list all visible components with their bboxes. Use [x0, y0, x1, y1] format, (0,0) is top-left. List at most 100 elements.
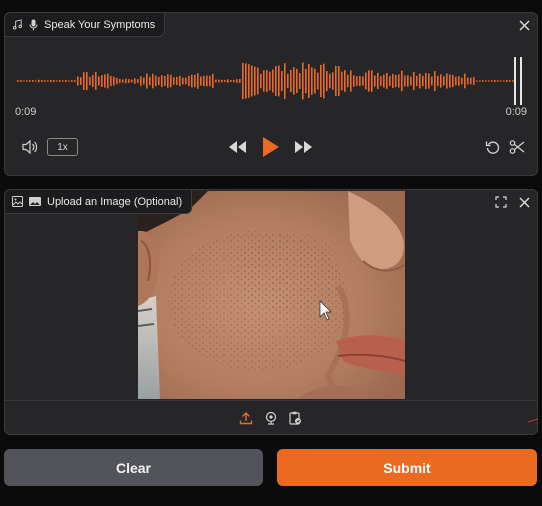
waveform-bar: [23, 80, 25, 82]
waveform-bar: [332, 72, 334, 90]
waveform-bar: [119, 78, 121, 84]
playback-speed-button[interactable]: 1x: [47, 138, 78, 156]
picture-icon: [29, 197, 41, 206]
waveform-bar: [89, 76, 91, 86]
waveform-bar: [263, 70, 265, 92]
volume-icon: [22, 139, 38, 155]
waveform-bar: [116, 77, 118, 85]
waveform-bar: [449, 74, 451, 88]
webcam-source-button[interactable]: [261, 408, 281, 428]
audio-waveform[interactable]: [15, 53, 529, 109]
waveform-bar: [476, 80, 478, 82]
waveform-bar: [380, 76, 382, 86]
submit-button[interactable]: Submit: [277, 449, 537, 486]
waveform-bar: [95, 72, 97, 90]
waveform-bar: [287, 73, 289, 89]
waveform-bar: [455, 76, 457, 86]
uploaded-image: [138, 191, 405, 399]
waveform-bar: [191, 74, 193, 88]
waveform-bar: [497, 80, 499, 82]
image-source-bar: [5, 400, 537, 434]
waveform-bar: [293, 67, 295, 95]
waveform-bar: [311, 67, 313, 95]
waveform-bar: [74, 80, 76, 82]
waveform-bar: [179, 75, 181, 87]
waveform-bar: [131, 79, 133, 83]
close-icon: [519, 197, 529, 207]
waveform-bar: [227, 79, 229, 83]
waveform-bar: [41, 80, 43, 82]
waveform-bar: [440, 74, 442, 88]
waveform-bar: [221, 79, 223, 83]
upload-icon: [239, 412, 253, 425]
play-icon: [263, 137, 279, 157]
clipboard-source-button[interactable]: [285, 408, 305, 428]
fullscreen-button[interactable]: [491, 192, 511, 212]
waveform-bar: [104, 74, 106, 88]
face-photo-image: [138, 191, 405, 399]
waveform-bar: [236, 79, 238, 83]
playhead-marker[interactable]: [514, 57, 516, 105]
waveform-bar: [404, 75, 406, 87]
waveform-bar: [176, 76, 178, 86]
waveform-bar: [395, 74, 397, 88]
waveform-bar: [416, 75, 418, 87]
volume-button[interactable]: [20, 137, 40, 157]
waveform-bar: [473, 77, 475, 85]
waveform-bar: [239, 79, 241, 83]
edge-mark-decoration: [527, 418, 539, 423]
waveform-bar: [155, 75, 157, 87]
audio-panel-label: Speak Your Symptoms: [5, 13, 166, 37]
image-icon: [12, 196, 23, 207]
waveform-bar: [467, 77, 469, 85]
reset-button[interactable]: [483, 137, 503, 157]
fast-forward-button[interactable]: [293, 137, 315, 157]
rewind-button[interactable]: [226, 137, 248, 157]
waveform-bar: [425, 72, 427, 90]
play-button[interactable]: [259, 134, 283, 160]
waveform-bar: [401, 70, 403, 92]
waveform-bar: [359, 75, 361, 87]
waveform-bar: [326, 71, 328, 91]
waveform-bar: [374, 75, 376, 87]
waveform-bar: [245, 63, 247, 99]
close-icon: [519, 20, 529, 30]
waveform-bar: [143, 77, 145, 85]
trim-button[interactable]: [507, 137, 527, 157]
waveform-bar: [59, 80, 61, 82]
waveform-bar: [479, 80, 481, 82]
waveform-bar: [230, 80, 232, 82]
waveform-bar: [188, 75, 190, 87]
waveform-bar: [491, 80, 493, 82]
waveform-bar: [431, 76, 433, 86]
waveform-bar: [146, 73, 148, 89]
waveform-bar: [341, 71, 343, 91]
clear-button[interactable]: Clear: [4, 449, 263, 486]
close-audio-button[interactable]: [514, 15, 534, 35]
waveform-bar: [20, 80, 22, 82]
current-time: 0:09: [15, 106, 37, 118]
waveform-bar: [281, 70, 283, 92]
waveform-bar: [182, 77, 184, 85]
waveform-bar: [392, 73, 394, 89]
waveform-bar: [365, 72, 367, 90]
waveform-bar: [80, 77, 82, 85]
upload-source-button[interactable]: [236, 408, 256, 428]
waveform-bar: [323, 63, 325, 99]
waveform-bar: [509, 80, 511, 82]
clipboard-icon: [289, 411, 301, 425]
waveform-bar: [290, 69, 292, 93]
waveform-bar: [26, 80, 28, 82]
waveform-bar: [470, 77, 472, 85]
waveform-bar: [194, 74, 196, 88]
clear-image-button[interactable]: [514, 192, 534, 212]
waveform-bar: [428, 73, 430, 89]
waveform-bar: [260, 73, 262, 89]
waveform-bar: [83, 72, 85, 90]
waveform-bar: [56, 80, 58, 82]
waveform-bar: [17, 80, 19, 82]
waveform-bar: [98, 76, 100, 86]
waveform-bar: [161, 75, 163, 87]
waveform-bar: [482, 80, 484, 82]
playhead-marker[interactable]: [520, 57, 522, 105]
